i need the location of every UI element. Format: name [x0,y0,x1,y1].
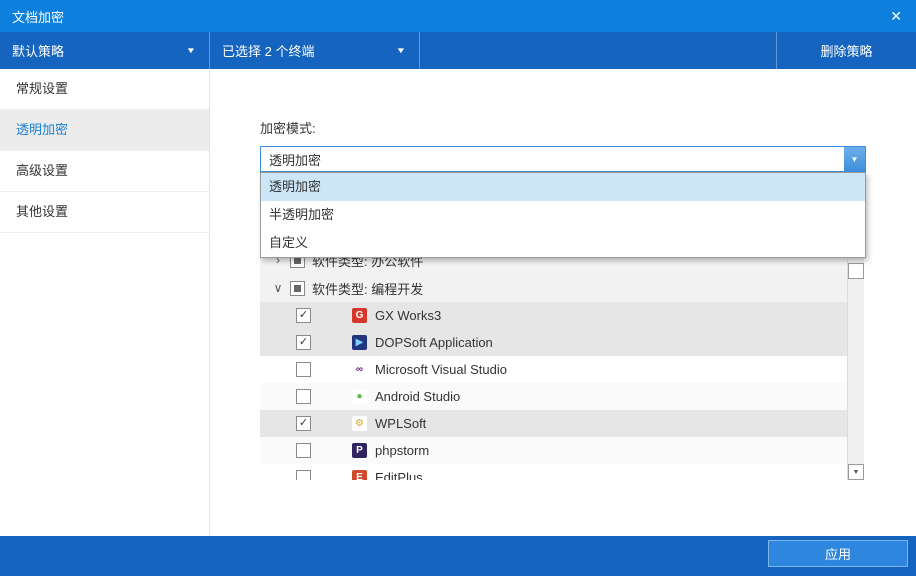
check-icon: ✓ [299,310,308,321]
titlebar: 文档加密 ✕ [0,0,916,32]
window-title: 文档加密 [12,7,64,26]
chevron-down-icon[interactable]: ∨ [272,282,284,294]
group-label: 软件类型: 编程开发 [312,279,423,298]
app-icon: P [352,443,367,458]
app-row-wplsoft[interactable]: ✓ ⚙ WPLSoft [260,410,847,437]
delete-policy-label: 删除策略 [820,41,872,60]
app-name: phpstorm [375,443,429,458]
tristate-mark [294,285,301,292]
scroll-down-icon[interactable]: ▼ [848,464,864,480]
policy-dropdown-label: 默认策略 [12,41,64,60]
checkbox[interactable]: ✓ [296,335,311,350]
sidebar-item-label: 高级设置 [16,163,68,178]
app-name: EditPlus [375,470,423,480]
sidebar-item-label: 透明加密 [16,122,68,137]
checkbox[interactable]: ✓ [296,416,311,431]
checkbox[interactable]: ✓ [296,443,311,458]
app-icon: E [352,470,367,480]
delete-policy-button[interactable]: 删除策略 [776,32,916,69]
app-name: GX Works3 [375,308,441,323]
checkbox[interactable]: ✓ [296,362,311,377]
sidebar-item-label: 常规设置 [16,81,68,96]
app-row-gx-works3[interactable]: ✓ G GX Works3 [260,302,847,329]
chevron-down-icon: ▼ [396,46,406,55]
sidebar-item-other[interactable]: 其他设置 [0,192,209,233]
sidebar-item-transparent-encryption[interactable]: 透明加密 [0,110,209,151]
checkbox[interactable]: ✓ [296,308,311,323]
sidebar: 常规设置 透明加密 高级设置 其他设置 [0,69,210,536]
app-name: Android Studio [375,389,460,404]
check-icon: ✓ [299,337,308,348]
group-row-programming-dev[interactable]: ∨ 软件类型: 编程开发 [260,274,847,302]
checkbox[interactable]: ✓ [296,470,311,480]
sidebar-item-advanced[interactable]: 高级设置 [0,151,209,192]
check-icon: ✓ [299,418,308,429]
app-icon: ⚙ [352,416,367,431]
sidebar-item-general[interactable]: 常规设置 [0,69,209,110]
encryption-mode-label: 加密模式: [260,118,316,137]
app-icon: ∞ [352,362,367,377]
close-icon[interactable]: ✕ [890,0,902,32]
main-panel: 加密模式: 透明加密 ▼ 透明加密 半透明加密 自定义 › 软件类型: 办公软件… [210,69,916,536]
scrollbar[interactable]: ▲ ▼ [847,246,864,480]
software-tree-list: › 软件类型: 办公软件 ∨ 软件类型: 编程开发 ✓ G GX Works3 … [260,246,864,480]
app-name: Microsoft Visual Studio [375,362,507,377]
terminals-dropdown[interactable]: 已选择 2 个终端 ▼ [210,32,420,69]
combobox-value: 透明加密 [261,150,844,169]
app-row-dopsoft[interactable]: ✓ ▶ DOPSoft Application [260,329,847,356]
footer-bar: 应用 [0,536,916,576]
app-name: WPLSoft [375,416,426,431]
apply-button[interactable]: 应用 [768,540,908,567]
tristate-checkbox[interactable] [290,281,305,296]
app-row-visual-studio[interactable]: ✓ ∞ Microsoft Visual Studio [260,356,847,383]
combobox-dropdown-list: 透明加密 半透明加密 自定义 [260,172,866,258]
checkbox[interactable]: ✓ [296,389,311,404]
app-name: DOPSoft Application [375,335,493,350]
dropdown-option-semi-transparent[interactable]: 半透明加密 [261,201,865,229]
chevron-down-icon: ▼ [186,46,196,55]
tree-rows: › 软件类型: 办公软件 ∨ 软件类型: 编程开发 ✓ G GX Works3 … [260,246,847,480]
dropdown-option-transparent[interactable]: 透明加密 [261,173,865,201]
app-row-editplus[interactable]: ✓ E EditPlus [260,464,847,480]
app-row-android-studio[interactable]: ✓ ● Android Studio [260,383,847,410]
sidebar-item-label: 其他设置 [16,204,68,219]
app-row-phpstorm[interactable]: ✓ P phpstorm [260,437,847,464]
scrollbar-thumb[interactable] [848,263,864,279]
toolbar: 默认策略 ▼ 已选择 2 个终端 ▼ 删除策略 [0,32,916,69]
app-icon: ● [352,389,367,404]
app-icon: G [352,308,367,323]
dropdown-option-custom[interactable]: 自定义 [261,229,865,257]
chevron-down-icon[interactable]: ▼ [844,147,865,171]
app-icon: ▶ [352,335,367,350]
policy-dropdown[interactable]: 默认策略 ▼ [0,32,210,69]
terminals-dropdown-label: 已选择 2 个终端 [222,41,314,60]
encryption-mode-combobox[interactable]: 透明加密 ▼ [260,146,866,172]
